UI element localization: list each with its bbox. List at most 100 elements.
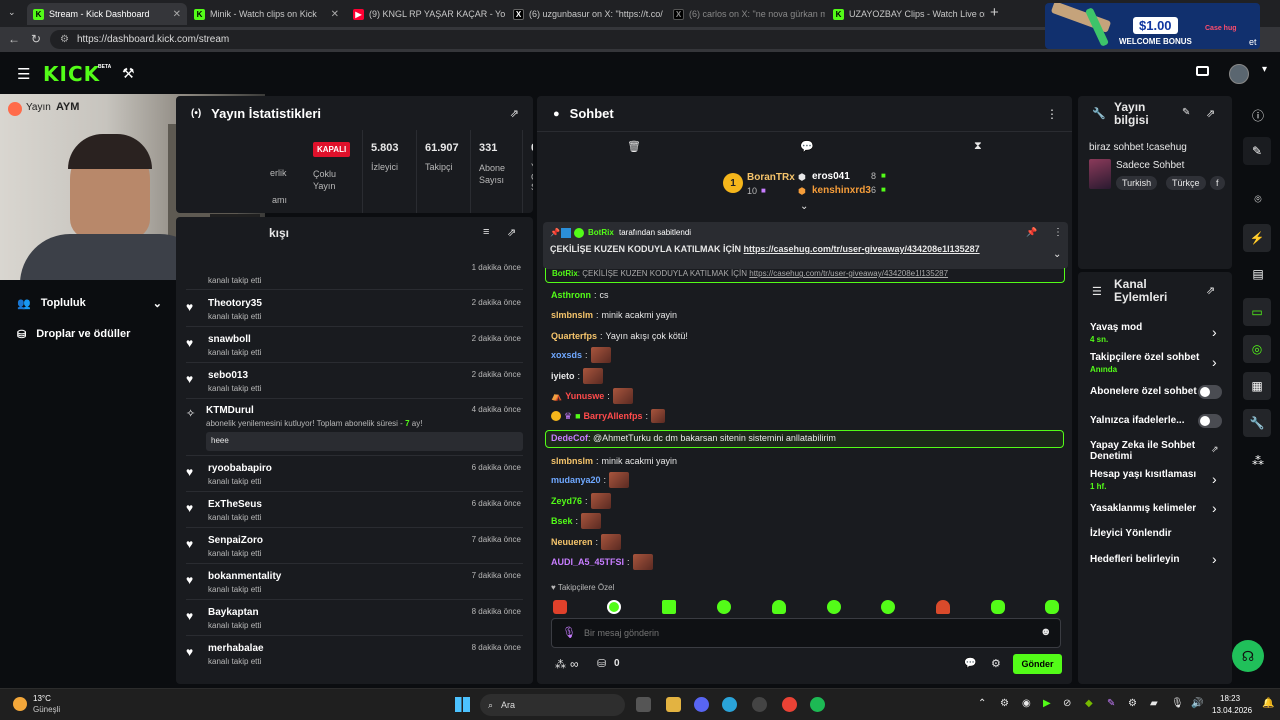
discord-icon[interactable] — [694, 697, 709, 712]
more-options-icon[interactable]: ⋮ — [1046, 107, 1058, 121]
trash-icon[interactable]: 🗑 — [627, 140, 641, 153]
activity-row[interactable]: ♥ ryoobabapiro kanalı takip etti 6 dakik… — [176, 456, 533, 491]
chevron-right-icon[interactable]: › — [1212, 324, 1217, 340]
host-channel-row[interactable]: İzleyici Yönlendir — [1090, 528, 1222, 539]
tab-x-carlos[interactable]: X (6) carlos on X: "ne nova gürkan m✕ — [667, 3, 825, 25]
emoji-picker-icon[interactable]: ☻ — [1040, 626, 1052, 638]
popout-icon[interactable]: ⇗ — [1206, 107, 1215, 120]
camera-tool-icon[interactable]: ⌾ — [1236, 192, 1280, 207]
chat-message[interactable]: Asthronn: cs — [551, 290, 609, 300]
activity-row[interactable]: ♥ sebo013 kanalı takip etti 2 dakika önc… — [176, 363, 533, 398]
edit-icon[interactable]: ✎ — [1182, 107, 1190, 118]
chat-bubble-icon[interactable]: 💬 — [800, 140, 814, 153]
activity-row[interactable]: ♥ Baykaptan kanalı takip etti 8 dakika ö… — [176, 600, 533, 635]
chat-message[interactable]: mudanya20: — [551, 472, 630, 488]
tab-uzayozbay-clips[interactable]: K UZAYOZBAY Clips - Watch Live on✕ — [827, 3, 985, 25]
reload-icon[interactable]: ↻ — [31, 32, 41, 46]
tab-minik-clips[interactable]: K Minik - Watch clips on Kick ✕ — [188, 3, 345, 25]
edit-tool-icon[interactable]: ✎ — [1243, 137, 1271, 165]
chat-message-mention[interactable]: DedeCof: @AhmetTurku dc dm bakarsan site… — [545, 430, 1064, 448]
chat-message[interactable]: ⛺ Yunuswe: — [551, 388, 633, 404]
tag[interactable]: Türkçe — [1166, 176, 1206, 190]
slow-mode-row[interactable]: Yavaş mod 4 sn. — [1090, 322, 1222, 344]
chat-message[interactable]: slmbnslm: minik acakmi yayin — [551, 310, 677, 320]
emote-wave-icon[interactable] — [991, 600, 1005, 614]
unpin-icon[interactable]: 📌 — [1026, 227, 1037, 238]
tray-chevron-icon[interactable]: ⌃ — [978, 698, 986, 709]
pinned-expand-icon[interactable]: ⌄ — [1053, 249, 1061, 260]
top-gifter-name[interactable]: BoranTRx — [747, 172, 795, 183]
external-link-icon[interactable]: ⇗ — [1211, 444, 1219, 455]
tray-play-icon[interactable]: ▶ — [1043, 698, 1051, 709]
start-icon[interactable] — [455, 697, 470, 712]
tab-close-icon[interactable]: ✕ — [169, 9, 181, 20]
casehug-promo-banner[interactable]: $1.00 WELCOME BONUS Case hug et — [1045, 3, 1260, 49]
tray-nvidia-icon[interactable]: ◆ — [1085, 698, 1093, 709]
tray-steam-icon[interactable]: ⚙ — [1128, 698, 1137, 709]
tray-folder-icon[interactable]: ▰ — [1150, 698, 1158, 709]
expand-gifters-icon[interactable]: ⌄ — [800, 201, 808, 212]
gifter-name[interactable]: kenshinxrd3 — [812, 185, 871, 196]
followers-only-row[interactable]: Takipçilere özel sohbet Anında — [1090, 352, 1212, 374]
account-age-row[interactable]: Hesap yaşı kısıtlaması 1 hf. — [1090, 469, 1212, 491]
chevron-right-icon[interactable]: › — [1212, 551, 1217, 567]
emote-smile-icon[interactable] — [717, 600, 731, 614]
send-button[interactable]: Gönder — [1013, 654, 1062, 674]
task-view-icon[interactable] — [636, 697, 651, 712]
tray-battery-icon[interactable]: ⊘ — [1063, 698, 1071, 709]
taskbar-search[interactable]: ⌕ Ara — [480, 694, 625, 716]
activity-row[interactable]: ♥ merhabalae kanalı takip etti 8 dakika … — [176, 636, 533, 671]
sidebar-item-droplar[interactable]: ⛁ Droplar ve ödüller — [17, 324, 162, 344]
chrome-icon[interactable] — [782, 697, 797, 712]
file-explorer-icon[interactable] — [666, 697, 681, 712]
activity-row[interactable]: ♥ bokanmentality kanalı takip etti 7 dak… — [176, 564, 533, 599]
emote-globe-icon[interactable] — [607, 600, 621, 614]
subscribers-only-row[interactable]: Abonelere özel sohbet — [1090, 386, 1200, 397]
subscribers-only-toggle[interactable] — [1198, 385, 1222, 399]
ai-moderation-row[interactable]: Yapay Zeka ile Sohbet Denetimi — [1090, 440, 1205, 462]
microphone-icon[interactable]: 🎙 — [562, 626, 576, 639]
activity-row[interactable]: ♥ SenpaiZoro kanalı takip etti 7 dakika … — [176, 528, 533, 563]
chat-input-box[interactable]: 🎙 ☻ — [551, 618, 1061, 648]
studio-icon[interactable] — [1196, 66, 1209, 76]
activity-row[interactable]: ♥ snawboll kanalı takip etti 2 dakika ön… — [176, 327, 533, 362]
emote-hat-icon[interactable] — [772, 600, 786, 614]
emotes-only-row[interactable]: Yalnızca ifadelerle... — [1090, 415, 1200, 426]
edge-icon[interactable] — [722, 697, 737, 712]
user-avatar[interactable] — [1229, 64, 1249, 84]
weather-icon[interactable] — [13, 697, 27, 711]
activity-resub-row[interactable]: ✧ KTMDurul 4 dakika önce abonelik yenile… — [176, 399, 533, 455]
gifter-name[interactable]: eros041 — [812, 171, 850, 182]
tray-pen-icon[interactable]: ✎ — [1107, 698, 1115, 709]
chat-message[interactable]: Bsek: — [551, 513, 602, 529]
chat-message[interactable]: iyieto: — [551, 368, 604, 384]
menu-icon[interactable]: ☰ — [17, 65, 30, 83]
notification-icon[interactable]: 🔔 — [1262, 698, 1274, 709]
broadcast-tool-icon[interactable]: ◎ — [1243, 335, 1271, 363]
banned-words-row[interactable]: Yasaklanmış kelimeler — [1090, 503, 1222, 514]
pinned-message[interactable]: 📌 BotRix tarafından sabitlendi 📌 ⋮ ÇEKİL… — [543, 222, 1068, 269]
pinned-link[interactable]: https://casehug.com/tr/user-giveaway/434… — [744, 244, 980, 254]
share-icon[interactable]: ⁂ — [1236, 454, 1280, 468]
chat-message[interactable]: Neuueren: — [551, 534, 622, 550]
chat-message-input[interactable] — [584, 625, 1024, 641]
pinned-more-icon[interactable]: ⋮ — [1053, 227, 1063, 238]
clock-date[interactable]: 13.04.2026 — [1212, 706, 1252, 715]
category-name[interactable]: Sadece Sohbet — [1116, 160, 1184, 171]
document-icon[interactable]: ▤ — [1236, 267, 1280, 281]
chat-message[interactable]: AUDI_A5_45TFSI: — [551, 554, 653, 570]
support-button[interactable]: ☊ — [1232, 640, 1264, 672]
chat-bubble-icon[interactable]: 💬 — [964, 658, 976, 669]
tab-list-icon[interactable]: ⌄ — [8, 7, 16, 18]
tab-close-icon[interactable]: ✕ — [663, 9, 665, 20]
bolt-icon[interactable]: ⚡ — [1243, 224, 1271, 252]
spotify-icon[interactable] — [810, 697, 825, 712]
settings-icon[interactable]: ⚙ — [991, 657, 1001, 670]
tray-sound-app-icon[interactable]: ◉ — [1022, 698, 1031, 709]
chat-message[interactable]: slmbnslm: minik acakmi yayin — [551, 456, 677, 466]
sidebar-item-topluluk[interactable]: 👥 Topluluk ⌄ — [17, 293, 162, 313]
tag[interactable]: Turkish — [1116, 176, 1158, 190]
chevron-right-icon[interactable]: › — [1212, 354, 1217, 370]
kick-logo[interactable]: KICK — [43, 62, 100, 86]
tag[interactable]: f — [1210, 176, 1225, 190]
